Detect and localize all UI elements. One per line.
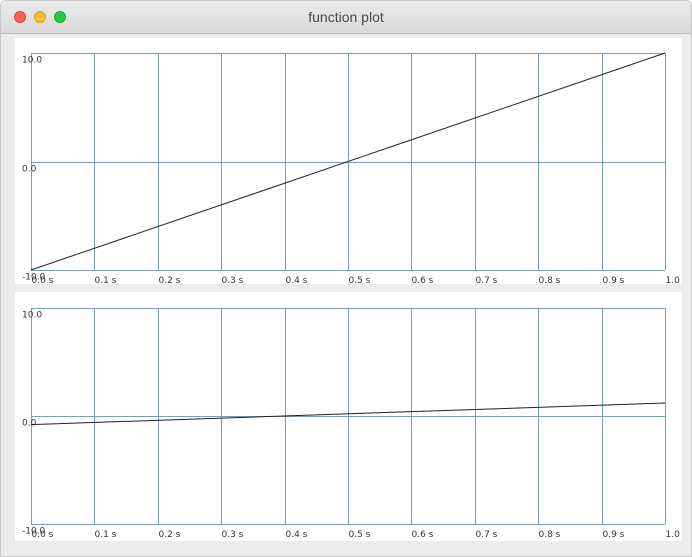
- title-bar[interactable]: function plot: [1, 1, 691, 34]
- y-tick-label: 0.0: [22, 165, 37, 175]
- x-tick-label: 0.1 s: [95, 530, 117, 540]
- x-tick-label: 0.4 s: [286, 276, 308, 284]
- x-tick-label: 0.5 s: [349, 530, 371, 540]
- x-tick-label: 0.6 s: [412, 530, 434, 540]
- x-tick-label: 0.7 s: [476, 530, 498, 540]
- x-tick-label: 0.1 s: [95, 276, 117, 284]
- x-tick-label: 0.6 s: [412, 276, 434, 284]
- x-tick-label: 0.4 s: [286, 530, 308, 540]
- plot-panel-top: 0.0 s 0.1 s 0.2 s 0.3 s 0.4 s 0.5 s 0.6 s 0.7 s…: [15, 38, 682, 284]
- app-window: function plot 0.0 s 0.1 s 0.2 s 0.3 s 0.4 s0…: [0, 0, 692, 557]
- y-tick-label: 10.0: [22, 56, 42, 66]
- x-tick-label: 0.9 s: [603, 530, 625, 540]
- y-tick-label: -10.0: [22, 273, 46, 283]
- y-tick-label: 10.0: [22, 311, 42, 321]
- x-tick-label: 0.8 s: [539, 530, 561, 540]
- x-tick-label: 0.3 s: [222, 276, 244, 284]
- x-tick-label: 0.9 s: [603, 276, 625, 284]
- x-tick-label: 1.0: [666, 530, 681, 540]
- x-tick-label: 0.7 s: [476, 276, 498, 284]
- x-tick-label: 1.0: [666, 276, 681, 284]
- x-tick-label: 0.8 s: [539, 276, 561, 284]
- function-plot-bottom: 0.0 s 0.1 s 0.2 s 0.3 s 0.4 s 0.5 s 0.6 s 0.7 s…: [22, 308, 681, 540]
- plot-panel-bottom: 0.0 s 0.1 s 0.2 s 0.3 s 0.4 s 0.5 s 0.6 s 0.7 s…: [15, 292, 682, 541]
- x-tick-label: 0.5 s: [349, 276, 371, 284]
- window-title: function plot: [308, 9, 384, 25]
- function-plot-top: 0.0 s 0.1 s 0.2 s 0.3 s 0.4 s 0.5 s 0.6 s 0.7 s…: [22, 52, 681, 284]
- x-tick-label: 0.3 s: [222, 530, 244, 540]
- x-tick-label: 0.2 s: [159, 530, 181, 540]
- y-tick-label: -10.0: [22, 527, 46, 537]
- y-tick-label: 0.0: [22, 419, 37, 429]
- x-tick-label: 0.2 s: [159, 276, 181, 284]
